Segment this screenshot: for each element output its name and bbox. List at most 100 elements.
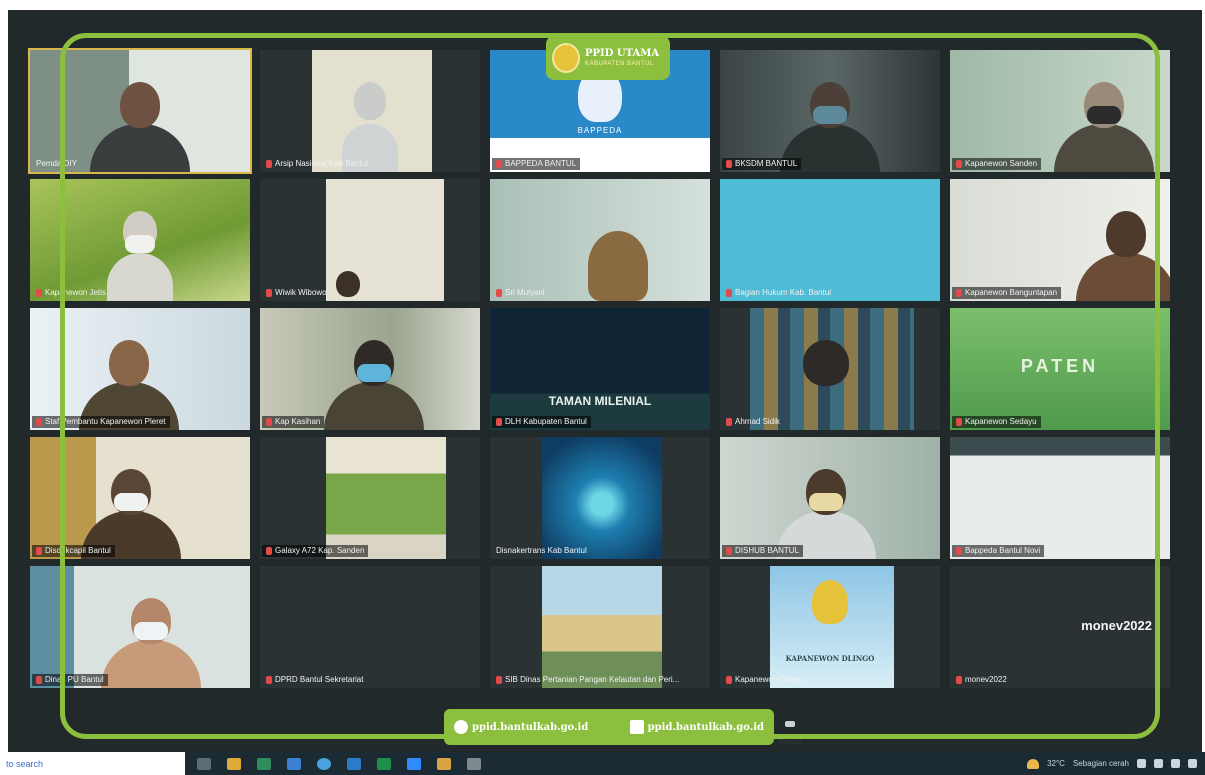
mic-muted-icon xyxy=(956,547,962,555)
mail-icon xyxy=(629,720,644,734)
participant-tile[interactable]: Kapanewon Banguntapan xyxy=(950,179,1170,301)
participant-tile[interactable]: Kapanewon Sanden xyxy=(950,50,1170,172)
notification-icon[interactable] xyxy=(1188,759,1197,768)
excel-icon[interactable] xyxy=(377,757,391,770)
taskbar-search-input[interactable]: to search xyxy=(0,752,185,775)
participant-name: Staf Pembantu Kapanewon Pleret xyxy=(32,416,170,428)
participant-video xyxy=(319,340,429,430)
mic-muted-icon xyxy=(496,676,502,684)
participant-tile[interactable]: Kap Kasihan xyxy=(260,308,480,430)
participant-tile[interactable]: Galaxy A72 Kap. Sanden xyxy=(260,437,480,559)
participant-video xyxy=(771,340,881,430)
participant-tile[interactable]: SIB Dinas Pertanian Pangan Kelautan dan … xyxy=(490,566,710,688)
participant-tile[interactable]: Dinas PU Bantul xyxy=(30,566,250,688)
participant-tile[interactable]: Bappeda Bantul Novi xyxy=(950,437,1170,559)
mic-muted-icon xyxy=(36,547,42,555)
participant-video xyxy=(328,271,368,301)
app-icon[interactable] xyxy=(257,757,271,770)
app-icon[interactable] xyxy=(437,757,451,770)
participant-tile[interactable]: Wiwik Wibowo xyxy=(260,179,480,301)
participant-name: BAPPEDA BANTUL xyxy=(492,158,581,170)
website-badge: ppid.bantulkab.go.id ppid.bantulkab.go.i… xyxy=(444,709,774,745)
ppid-title: PPID UTAMA xyxy=(585,48,660,59)
screen: Pemda DIY Arsip Nasional Kab Bantul BAPP… xyxy=(0,0,1205,752)
app-icon[interactable] xyxy=(467,757,481,770)
participant-name: Sri Mulyani xyxy=(492,287,549,299)
app-icon[interactable] xyxy=(347,757,361,770)
mic-muted-icon xyxy=(956,418,962,426)
mic-muted-icon xyxy=(266,547,272,555)
browser-icon[interactable] xyxy=(317,757,331,770)
mic-muted-icon xyxy=(726,160,732,168)
participant-name: Bappeda Bantul Novi xyxy=(952,545,1045,557)
participant-tile[interactable]: Arsip Nasional Kab Bantul xyxy=(260,50,480,172)
participant-name: Pemda DIY xyxy=(36,159,77,168)
participant-tile[interactable]: DISHUB BANTUL xyxy=(720,437,940,559)
participant-name: Dinas PU Bantul xyxy=(32,674,108,686)
volume-icon[interactable] xyxy=(1171,759,1180,768)
participant-video xyxy=(105,211,175,301)
participant-name: Disnakertrans Kab Bantul xyxy=(496,546,587,555)
bappeda-logo-text: BAPPEDA xyxy=(577,126,623,135)
participant-tile[interactable]: DPRD Bantul Sekretariat xyxy=(260,566,480,688)
mic-muted-icon xyxy=(726,547,732,555)
participant-name: Disdukcapil Bantul xyxy=(32,545,115,557)
network-icon[interactable] xyxy=(1154,759,1163,768)
participant-name: SIB Dinas Pertanian Pangan Kelautan dan … xyxy=(492,674,683,686)
mic-muted-icon xyxy=(36,676,42,684)
participant-name: Galaxy A72 Kap. Sanden xyxy=(262,545,369,557)
tile-overlay-text: TAMAN MILENIAL xyxy=(548,394,652,408)
ppid-subtitle: KABUPATEN BANTUL xyxy=(585,61,654,67)
mic-muted-icon xyxy=(726,676,732,684)
chevron-up-icon[interactable] xyxy=(1137,759,1146,768)
mic-muted-icon xyxy=(496,160,502,168)
participant-name: DPRD Bantul Sekretariat xyxy=(262,674,367,686)
mic-muted-icon xyxy=(726,418,732,426)
mic-muted-icon xyxy=(726,289,732,297)
participant-tile[interactable]: Kapanewon Jetis xyxy=(30,179,250,301)
participant-name: Kap Kasihan xyxy=(262,416,325,428)
participant-tile[interactable]: Sri Mulyani xyxy=(490,179,710,301)
participant-name: Kapanewon Dlingo xyxy=(722,674,806,686)
mic-muted-icon xyxy=(956,160,962,168)
participant-video xyxy=(85,82,195,172)
gallery-view: Pemda DIY Arsip Nasional Kab Bantul BAPP… xyxy=(26,48,1184,705)
weather-icon xyxy=(1027,758,1040,769)
participant-video xyxy=(1049,82,1159,172)
task-view-icon[interactable] xyxy=(197,757,211,770)
participant-tile[interactable]: Disdukcapil Bantul xyxy=(30,437,250,559)
participant-name: Ahmad Sidik xyxy=(722,416,784,428)
participant-video xyxy=(1071,211,1170,301)
weather-text: Sebagian cerah xyxy=(1072,759,1129,768)
mic-muted-icon xyxy=(956,289,962,297)
participant-tile[interactable]: monev2022 monev2022 xyxy=(950,566,1170,688)
mic-muted-icon xyxy=(496,289,502,297)
participant-tile[interactable]: Bagian Hukum Kab. Bantul xyxy=(720,179,940,301)
participant-tile[interactable]: KAPANEWON DLINGO Kapanewon Dlingo xyxy=(720,566,940,688)
participant-name: Arsip Nasional Kab Bantul xyxy=(262,158,372,170)
windows-taskbar: to search 32°C Sebagian cerah xyxy=(0,752,1205,775)
mic-muted-icon xyxy=(956,676,962,684)
tile-overlay-text: KAPANEWON DLINGO xyxy=(785,654,875,663)
website-link: ppid.bantulkab.go.id xyxy=(454,720,588,734)
participant-name: BKSDM BANTUL xyxy=(722,158,802,170)
app-icon[interactable] xyxy=(287,757,301,770)
participant-tile[interactable]: Disnakertrans Kab Bantul xyxy=(490,437,710,559)
participant-video xyxy=(96,598,206,688)
zoom-icon[interactable] xyxy=(407,757,421,770)
participant-name: Kapanewon Sedayu xyxy=(952,416,1041,428)
file-explorer-icon[interactable] xyxy=(227,757,241,770)
mic-muted-icon xyxy=(36,289,42,297)
ppid-badge: PPID UTAMA KABUPATEN BANTUL xyxy=(546,36,670,80)
tile-overlay-text: PATEN xyxy=(1020,356,1100,376)
participant-tile[interactable]: BKSDM BANTUL xyxy=(720,50,940,172)
globe-icon xyxy=(454,720,468,734)
participant-tile[interactable]: Staf Pembantu Kapanewon Pleret xyxy=(30,308,250,430)
participant-tile[interactable]: Ahmad Sidik xyxy=(720,308,940,430)
mic-muted-icon xyxy=(266,418,272,426)
participant-video xyxy=(563,231,673,301)
participant-tile[interactable]: PATEN Kapanewon Sedayu xyxy=(950,308,1170,430)
kabupaten-seal-icon xyxy=(812,580,848,624)
participant-tile[interactable]: TAMAN MILENIAL DLH Kabupaten Bantul xyxy=(490,308,710,430)
participant-tile[interactable]: Pemda DIY xyxy=(28,48,252,174)
